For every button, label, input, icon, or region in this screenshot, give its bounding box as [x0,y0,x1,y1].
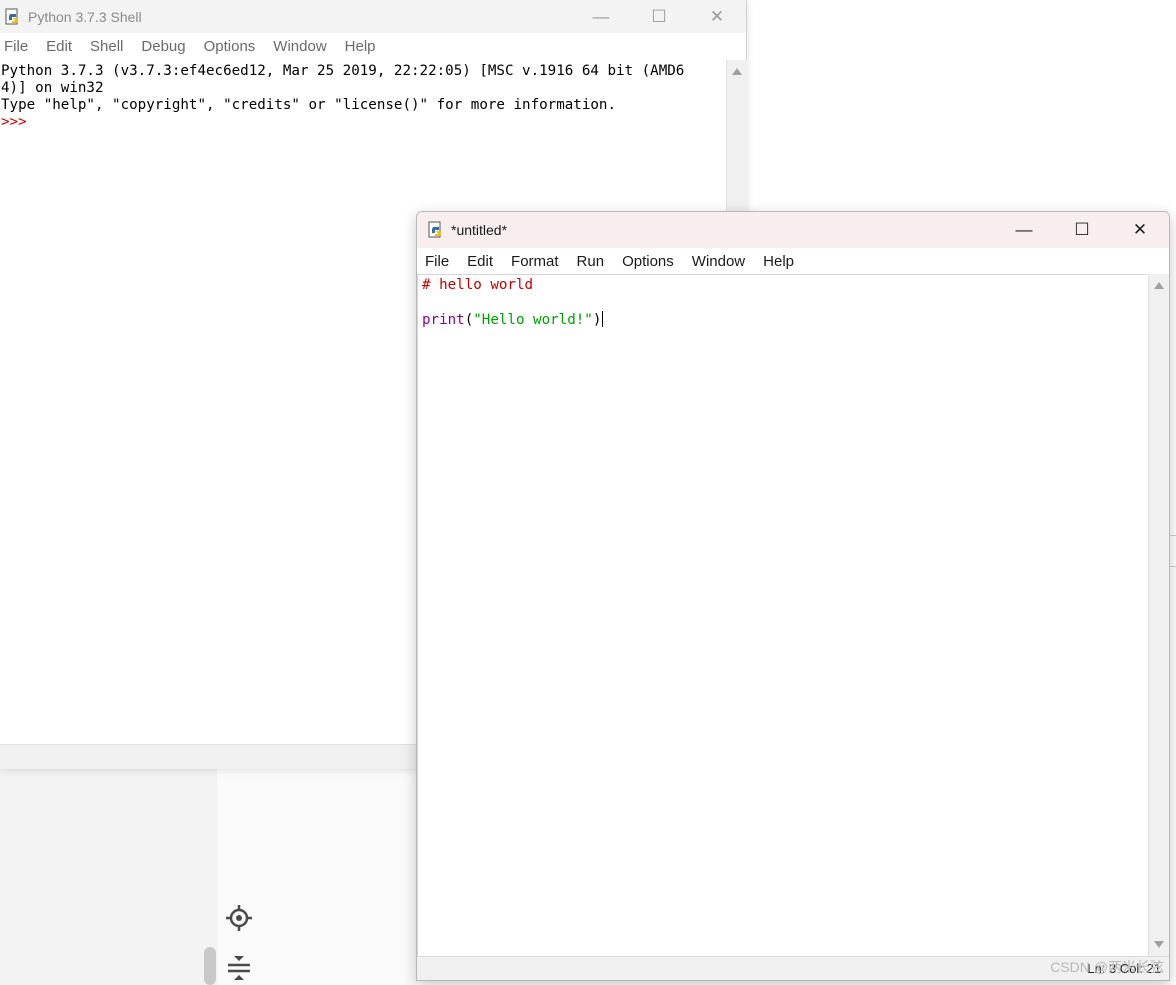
code-paren: ) [592,312,602,328]
scroll-up-icon[interactable] [732,68,742,75]
minimize-icon: — [1015,220,1033,239]
close-button[interactable]: ✕ [688,0,746,33]
python-idle-icon [4,8,22,26]
menu-file[interactable]: File [0,38,37,55]
shell-banner-line: 4)] on win32 [1,80,104,96]
editor-vertical-scrollbar[interactable] [1148,274,1169,956]
shell-titlebar[interactable]: Python 3.7.3 Shell — ☐ ✕ [0,0,746,33]
maximize-button[interactable]: ☐ [1053,212,1111,248]
minimize-button[interactable]: — [572,0,630,33]
shell-title: Python 3.7.3 Shell [28,8,142,25]
maximize-icon: ☐ [651,6,667,26]
menu-format[interactable]: Format [502,253,568,270]
menu-window[interactable]: Window [264,38,335,55]
menu-file[interactable]: File [417,253,458,270]
close-button[interactable]: ✕ [1111,212,1169,248]
background-scrollbar[interactable] [204,947,216,985]
maximize-icon: ☐ [1074,220,1090,239]
minimize-icon: — [592,6,610,26]
editor-text-region[interactable] [417,274,1147,957]
watermark: CSDN @两米长弦 [1050,959,1164,975]
shell-menubar: File Edit Shell Debug Options Window Hel… [0,33,746,60]
shell-output[interactable]: Python 3.7.3 (v3.7.3:ef4ec6ed12, Mar 25 … [1,63,684,131]
menu-options[interactable]: Options [195,38,265,55]
shell-prompt: >>> [1,114,27,130]
code-editor[interactable]: # hello world print("Hello world!") [422,277,604,329]
menu-help[interactable]: Help [754,253,803,270]
collapse-icon[interactable] [224,953,254,983]
scroll-up-icon[interactable] [1154,282,1164,289]
crosshair-icon[interactable] [224,903,254,933]
scroll-down-icon[interactable] [1154,941,1164,948]
shell-banner-line: Type "help", "copyright", "credits" or "… [1,97,616,113]
code-builtin: print [422,312,465,328]
editor-window: *untitled* — ☐ ✕ File Edit Format Run Op… [416,211,1170,981]
menu-edit[interactable]: Edit [37,38,81,55]
close-icon: ✕ [1132,220,1148,239]
menu-shell[interactable]: Shell [81,38,132,55]
code-line: print("Hello world!") [422,311,604,329]
python-idle-icon [427,221,445,239]
menu-run[interactable]: Run [568,253,614,270]
background-panel [0,768,217,985]
menu-help[interactable]: Help [336,38,385,55]
text-cursor [602,311,604,327]
menu-edit[interactable]: Edit [458,253,502,270]
editor-menubar: File Edit Format Run Options Window Help [417,248,1169,274]
code-string: "Hello world!" [473,312,593,328]
shell-banner-line: Python 3.7.3 (v3.7.3:ef4ec6ed12, Mar 25 … [1,63,685,79]
close-icon: ✕ [709,6,725,26]
code-paren: ( [464,312,474,328]
minimize-button[interactable]: — [995,212,1053,248]
code-comment: # hello world [422,277,534,293]
menu-window[interactable]: Window [683,253,754,270]
menu-debug[interactable]: Debug [132,38,194,55]
menu-options[interactable]: Options [613,253,683,270]
editor-title: *untitled* [451,222,508,238]
maximize-button[interactable]: ☐ [630,0,688,33]
editor-titlebar[interactable]: *untitled* — ☐ ✕ [417,212,1169,248]
